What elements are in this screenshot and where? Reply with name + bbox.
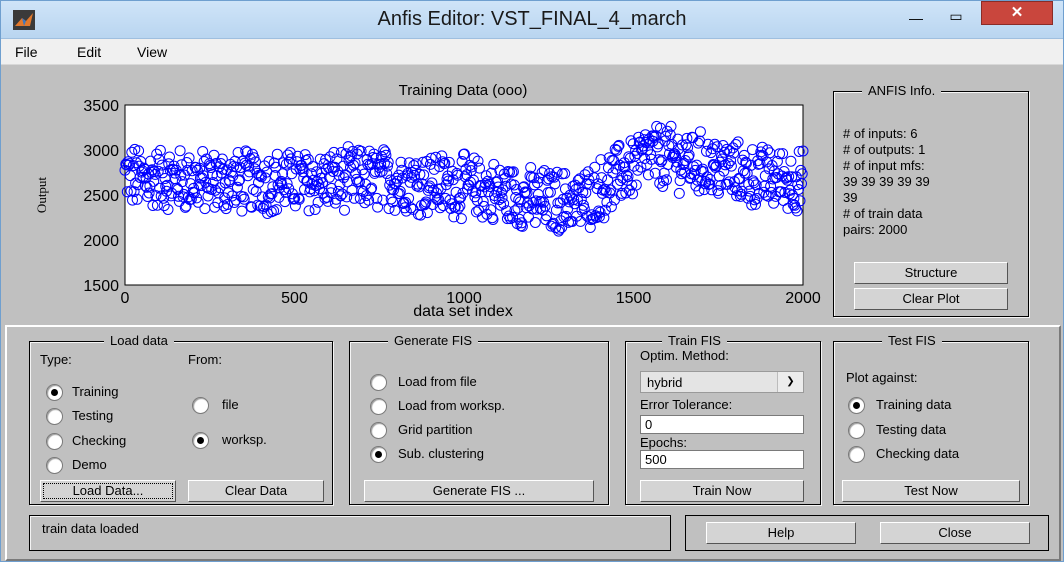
training-data-plot: Training Data (ooo) 0 500 1000 1500 20001500… [34,82,821,320]
radio-test-training-data[interactable] [848,397,865,414]
info-train-pairs-value: pairs: 2000 [843,222,908,237]
close-button[interactable]: Close [880,522,1030,544]
y-tick-label: 2000 [83,233,119,250]
plot-against-label: Plot against: [846,370,918,385]
generate-fis-button[interactable]: Generate FIS ... [364,480,594,502]
radio-load-from-file-label: Load from file [398,374,477,389]
radio-demo[interactable] [46,457,63,474]
y-axis-label: Output [34,177,49,214]
status-text: train data loaded [42,521,139,536]
radio-training[interactable] [46,384,63,401]
title-bar[interactable]: Anfis Editor: VST_FINAL_4_march — ▭ ✕ [1,1,1063,39]
x-axis-label: data set index [413,303,513,320]
anfis-info-title: ANFIS Info. [862,83,942,98]
test-fis-group: Test FIS Plot against: Training data Tes… [833,333,1029,505]
load-data-title: Load data [104,333,174,348]
radio-test-testing-data[interactable] [848,422,865,439]
radio-file[interactable] [192,397,209,414]
help-button[interactable]: Help [706,522,856,544]
minimize-button[interactable]: — [901,7,931,29]
info-inputs: # of inputs: 6 [843,126,918,141]
error-tolerance-label: Error Tolerance: [640,397,733,412]
load-data-group: Load data Type: From: Training Testing C… [29,333,333,505]
maximize-button[interactable]: ▭ [941,5,971,27]
radio-training-label: Training [72,384,119,399]
radio-sub-clustering-label: Sub. clustering [398,446,484,461]
optim-method-label: Optim. Method: [640,348,729,363]
clear-data-button[interactable]: Clear Data [188,480,324,502]
x-tick-label: 2000 [785,290,821,307]
train-fis-title: Train FIS [662,333,727,348]
radio-test-training-data-label: Training data [876,397,952,412]
plot-title: Training Data (ooo) [399,82,528,99]
radio-grid-partition[interactable] [370,422,387,439]
radio-testing[interactable] [46,408,63,425]
y-tick-label: 3500 [83,98,119,115]
menu-bar: File Edit View [1,39,1063,65]
radio-demo-label: Demo [72,457,107,472]
generate-fis-title: Generate FIS [388,333,479,348]
optim-method-value: hybrid [647,375,683,390]
type-label: Type: [40,352,72,367]
info-train-pairs-label: # of train data [843,206,923,221]
info-outputs: # of outputs: 1 [843,142,926,157]
status-bar: train data loaded [29,515,671,551]
generate-fis-group: Generate FIS Load from file Load from wo… [349,333,609,505]
plot-area: Training Data (ooo) 0 500 1000 1500 2000 1500… [1,65,1063,325]
radio-test-checking-data-label: Checking data [876,446,960,461]
x-tick-label: 1500 [616,290,652,307]
optim-method-select[interactable]: hybrid ❯ [640,371,804,393]
y-tick-label: 3000 [83,143,119,160]
x-tick-label: 0 [121,290,130,307]
menu-view[interactable]: View [137,44,167,60]
close-window-button[interactable]: ✕ [981,1,1053,25]
radio-workspace-label: worksp. [222,432,267,447]
radio-grid-partition-label: Grid partition [398,422,473,437]
info-input-mfs-values: 39 39 39 39 39 [843,174,930,189]
train-fis-group: Train FIS Optim. Method: hybrid ❯ Error … [625,333,821,505]
radio-load-from-workspace-label: Load from worksp. [398,398,505,413]
radio-load-from-file[interactable] [370,374,387,391]
test-now-button[interactable]: Test Now [842,480,1020,502]
error-tolerance-input[interactable]: 0 [640,415,804,434]
info-input-mfs-values-cont: 39 [843,190,858,205]
epochs-label: Epochs: [640,435,687,450]
y-tick-label: 2500 [83,188,119,205]
test-fis-title: Test FIS [882,333,942,348]
structure-button[interactable]: Structure [854,262,1008,284]
radio-checking-label: Checking [72,433,127,448]
epochs-input[interactable]: 500 [640,450,804,469]
radio-test-checking-data[interactable] [848,446,865,463]
radio-test-testing-data-label: Testing data [876,422,947,437]
menu-edit[interactable]: Edit [77,44,101,60]
menu-file[interactable]: File [15,44,38,60]
anfis-editor-window: Anfis Editor: VST_FINAL_4_march — ▭ ✕ Fi… [0,0,1064,562]
radio-checking[interactable] [46,433,63,450]
radio-file-label: file [222,397,239,412]
anfis-info-group: ANFIS Info. # of inputs: 6 # of outputs:… [833,83,1029,317]
chevron-down-icon: ❯ [777,372,803,392]
radio-workspace[interactable] [192,432,209,449]
help-close-group: Help Close [685,515,1049,551]
radio-load-from-workspace[interactable] [370,398,387,415]
train-now-button[interactable]: Train Now [640,480,804,502]
load-data-button[interactable]: Load Data... [40,480,176,502]
x-tick-label: 500 [281,290,308,307]
y-tick-label: 1500 [83,278,119,295]
info-input-mfs-label: # of input mfs: [843,158,925,173]
from-label: From: [188,352,222,367]
radio-sub-clustering[interactable] [370,446,387,463]
radio-testing-label: Testing [72,408,114,423]
clear-plot-button[interactable]: Clear Plot [854,288,1008,310]
